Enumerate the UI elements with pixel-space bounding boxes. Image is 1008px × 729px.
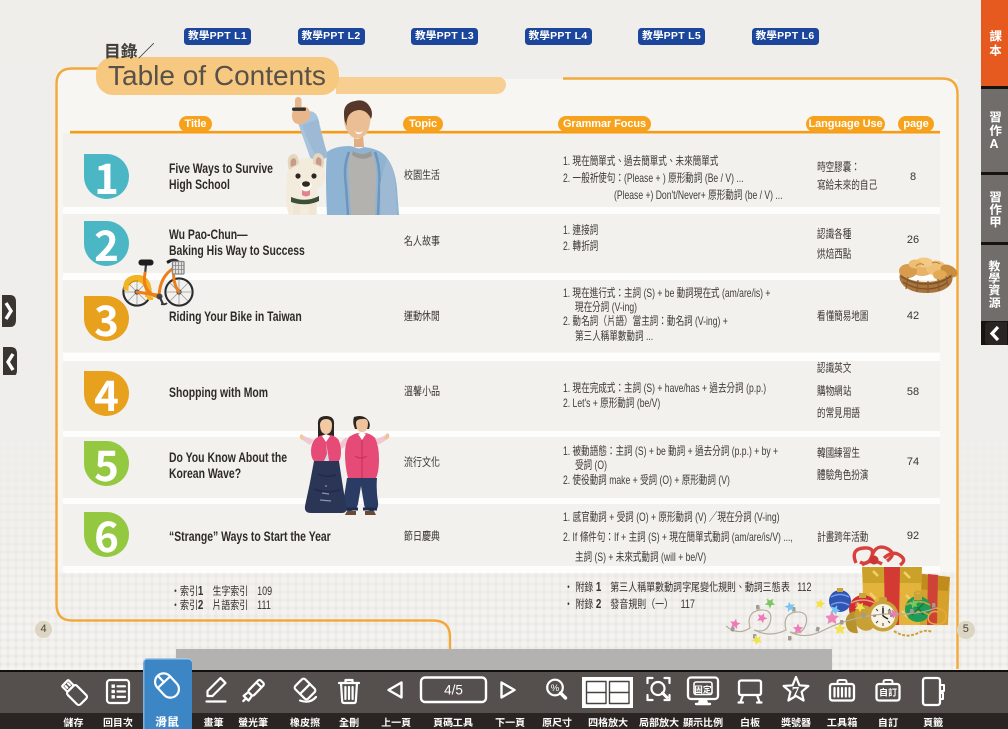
svg-text:%: % — [551, 683, 560, 694]
svg-text:固定: 固定 — [694, 684, 712, 696]
svg-text:自訂: 自訂 — [879, 686, 898, 699]
svg-text:4/5: 4/5 — [444, 683, 463, 698]
svg-text:7: 7 — [792, 685, 800, 701]
